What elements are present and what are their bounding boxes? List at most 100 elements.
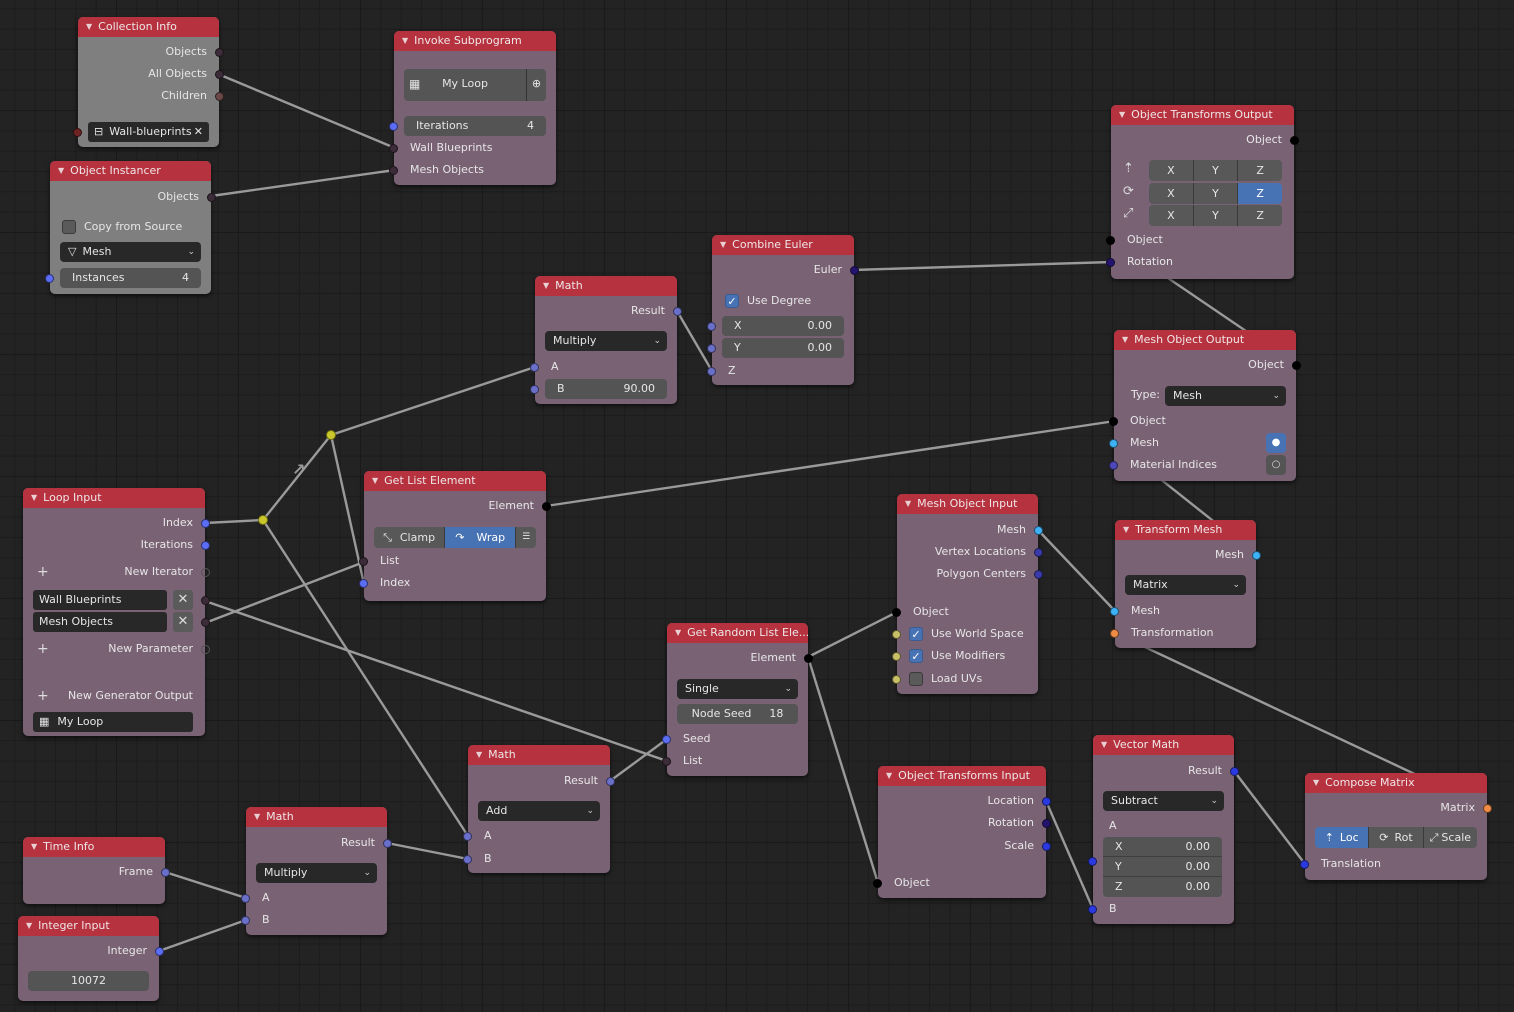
socket[interactable] [873,878,882,888]
new-parameter-row[interactable]: + New Parameter [23,639,210,659]
socket[interactable] [207,192,216,202]
socket[interactable] [1042,818,1051,828]
node-object-instancer[interactable]: ▼ Object Instancer Objects Copy from Sour… [45,161,216,294]
socket[interactable] [662,756,671,766]
socket[interactable] [1109,460,1118,470]
b-value-field[interactable]: B 90.00 [545,379,667,399]
socket[interactable] [359,578,368,588]
collapse-icon[interactable]: ▼ [372,471,378,491]
collapse-icon[interactable]: ▼ [58,161,64,181]
socket[interactable] [673,306,682,316]
collapse-icon[interactable]: ▼ [1313,773,1319,793]
integer-value-field[interactable]: 10072 [28,971,149,991]
socket[interactable] [1034,569,1043,579]
node-header[interactable]: ▼ Math [535,276,677,296]
socket[interactable] [1110,628,1119,638]
new-iterator-row[interactable]: + New Iterator [23,562,210,582]
subprogram-selector[interactable]: ▦ My Loop ⊕ [404,69,546,101]
parameter-name-input[interactable]: Mesh Objects [33,612,167,632]
socket[interactable] [707,343,716,353]
socket[interactable] [892,651,901,661]
load-uvs-checkbox[interactable] [909,672,923,686]
socket[interactable] [241,915,250,925]
use-modifiers-checkbox[interactable]: ✓ [909,649,923,663]
collapse-icon[interactable]: ▼ [402,31,408,51]
vector-x-field[interactable]: X 0.00 [1103,837,1222,857]
node-header[interactable]: ▼ Object Transforms Output [1111,105,1294,125]
toggle-scale-z[interactable]: Z [1238,205,1282,226]
list-index-icon[interactable]: ☰ [516,527,536,548]
socket[interactable] [1110,606,1119,616]
collapse-icon[interactable]: ▼ [1119,105,1125,125]
wrap-button[interactable]: ↷ Wrap [445,527,517,548]
clear-icon[interactable]: ✕ [194,122,203,142]
socket[interactable] [201,644,210,654]
toggle-rot-x[interactable]: X [1149,183,1194,204]
socket[interactable] [389,121,398,131]
collapse-icon[interactable]: ▼ [720,235,726,255]
collapse-icon[interactable]: ▼ [31,488,37,508]
collection-field[interactable]: ⊟ Wall-blueprints ✕ [88,122,209,142]
node-time-info[interactable]: ▼ Time Info Frame [23,837,170,904]
parameter-name-input[interactable]: Wall Blueprints [33,590,167,610]
toggle-loc-y[interactable]: Y [1193,160,1239,181]
socket[interactable] [1252,550,1261,560]
collapse-icon[interactable]: ▼ [1123,520,1129,540]
node-seed-field[interactable]: Node Seed 18 [677,704,798,724]
toggle-scale-y[interactable]: Y [1193,205,1239,226]
socket[interactable] [530,362,539,372]
node-header[interactable]: ▼ Get List Element [364,471,546,491]
node-compose-matrix[interactable]: ▼ Compose Matrix Matrix ⇡ Loc ⟳ Rot ⤢ Scale … [1300,773,1492,880]
socket[interactable] [1109,416,1118,426]
collapse-icon[interactable]: ▼ [31,837,37,857]
operation-dropdown[interactable]: Multiply ⌄ [256,863,377,883]
socket[interactable] [804,653,813,663]
socket[interactable] [155,946,164,956]
toggle-loc-x[interactable]: X [1149,160,1194,181]
socket[interactable] [1088,857,1097,866]
node-integer-input[interactable]: ▼ Integer Input Integer 10072 [18,916,164,1001]
node-transform-mesh[interactable]: ▼ Transform Mesh Mesh Matrix ⌄ Mesh Transf… [1110,520,1261,648]
collapse-icon[interactable]: ▼ [543,276,549,296]
collapse-icon[interactable]: ▼ [675,623,681,643]
reroute-node[interactable] [258,515,268,525]
new-subprogram-icon[interactable]: ⊕ [526,69,546,101]
node-object-transforms-input[interactable]: ▼ Object Transforms Input Location Rotati… [873,766,1051,898]
socket[interactable] [1042,841,1051,851]
node-header[interactable]: ▼ Integer Input [18,916,159,936]
new-generator-output-row[interactable]: + New Generator Output [23,686,205,706]
operation-dropdown[interactable]: Add ⌄ [478,801,600,821]
collapse-icon[interactable]: ▼ [476,745,482,765]
socket[interactable] [662,734,671,744]
socket[interactable] [1109,438,1118,448]
remove-parameter-button[interactable]: ✕ [173,612,193,632]
type-dropdown[interactable]: ▽ Mesh ⌄ [60,242,201,262]
y-field[interactable]: Y 0.00 [722,338,844,358]
socket[interactable] [1042,796,1051,806]
socket[interactable] [707,366,716,376]
mesh-toggle[interactable]: ● [1266,433,1286,453]
socket[interactable] [892,629,901,639]
copy-from-source-checkbox[interactable] [62,220,76,234]
iterations-field[interactable]: Iterations 4 [404,116,546,136]
socket[interactable] [1088,904,1097,914]
node-math-add[interactable]: ▼ Math Result Add ⌄ A B [463,745,615,873]
collapse-icon[interactable]: ▼ [86,17,92,37]
socket[interactable] [201,540,210,550]
socket[interactable] [1292,360,1301,370]
socket[interactable] [215,91,224,101]
node-header[interactable]: ▼ Collection Info [78,17,219,37]
node-header[interactable]: ▼ Math [468,745,610,765]
toggle-loc-z[interactable]: Z [1238,160,1282,181]
vector-z-field[interactable]: Z 0.00 [1103,877,1222,897]
node-header[interactable]: ▼ Math [246,807,387,827]
collapse-icon[interactable]: ▼ [1122,330,1128,350]
socket[interactable] [389,165,398,175]
socket[interactable] [359,556,368,566]
instances-field[interactable]: Instances 4 [60,268,201,288]
socket[interactable] [463,831,472,841]
socket[interactable] [1290,135,1299,145]
socket[interactable] [892,674,901,684]
toggle-rot-y[interactable]: Y [1193,183,1239,204]
node-vector-math[interactable]: ▼ Vector Math Result Subtract ⌄ A X 0.00 Y0… [1088,735,1239,924]
